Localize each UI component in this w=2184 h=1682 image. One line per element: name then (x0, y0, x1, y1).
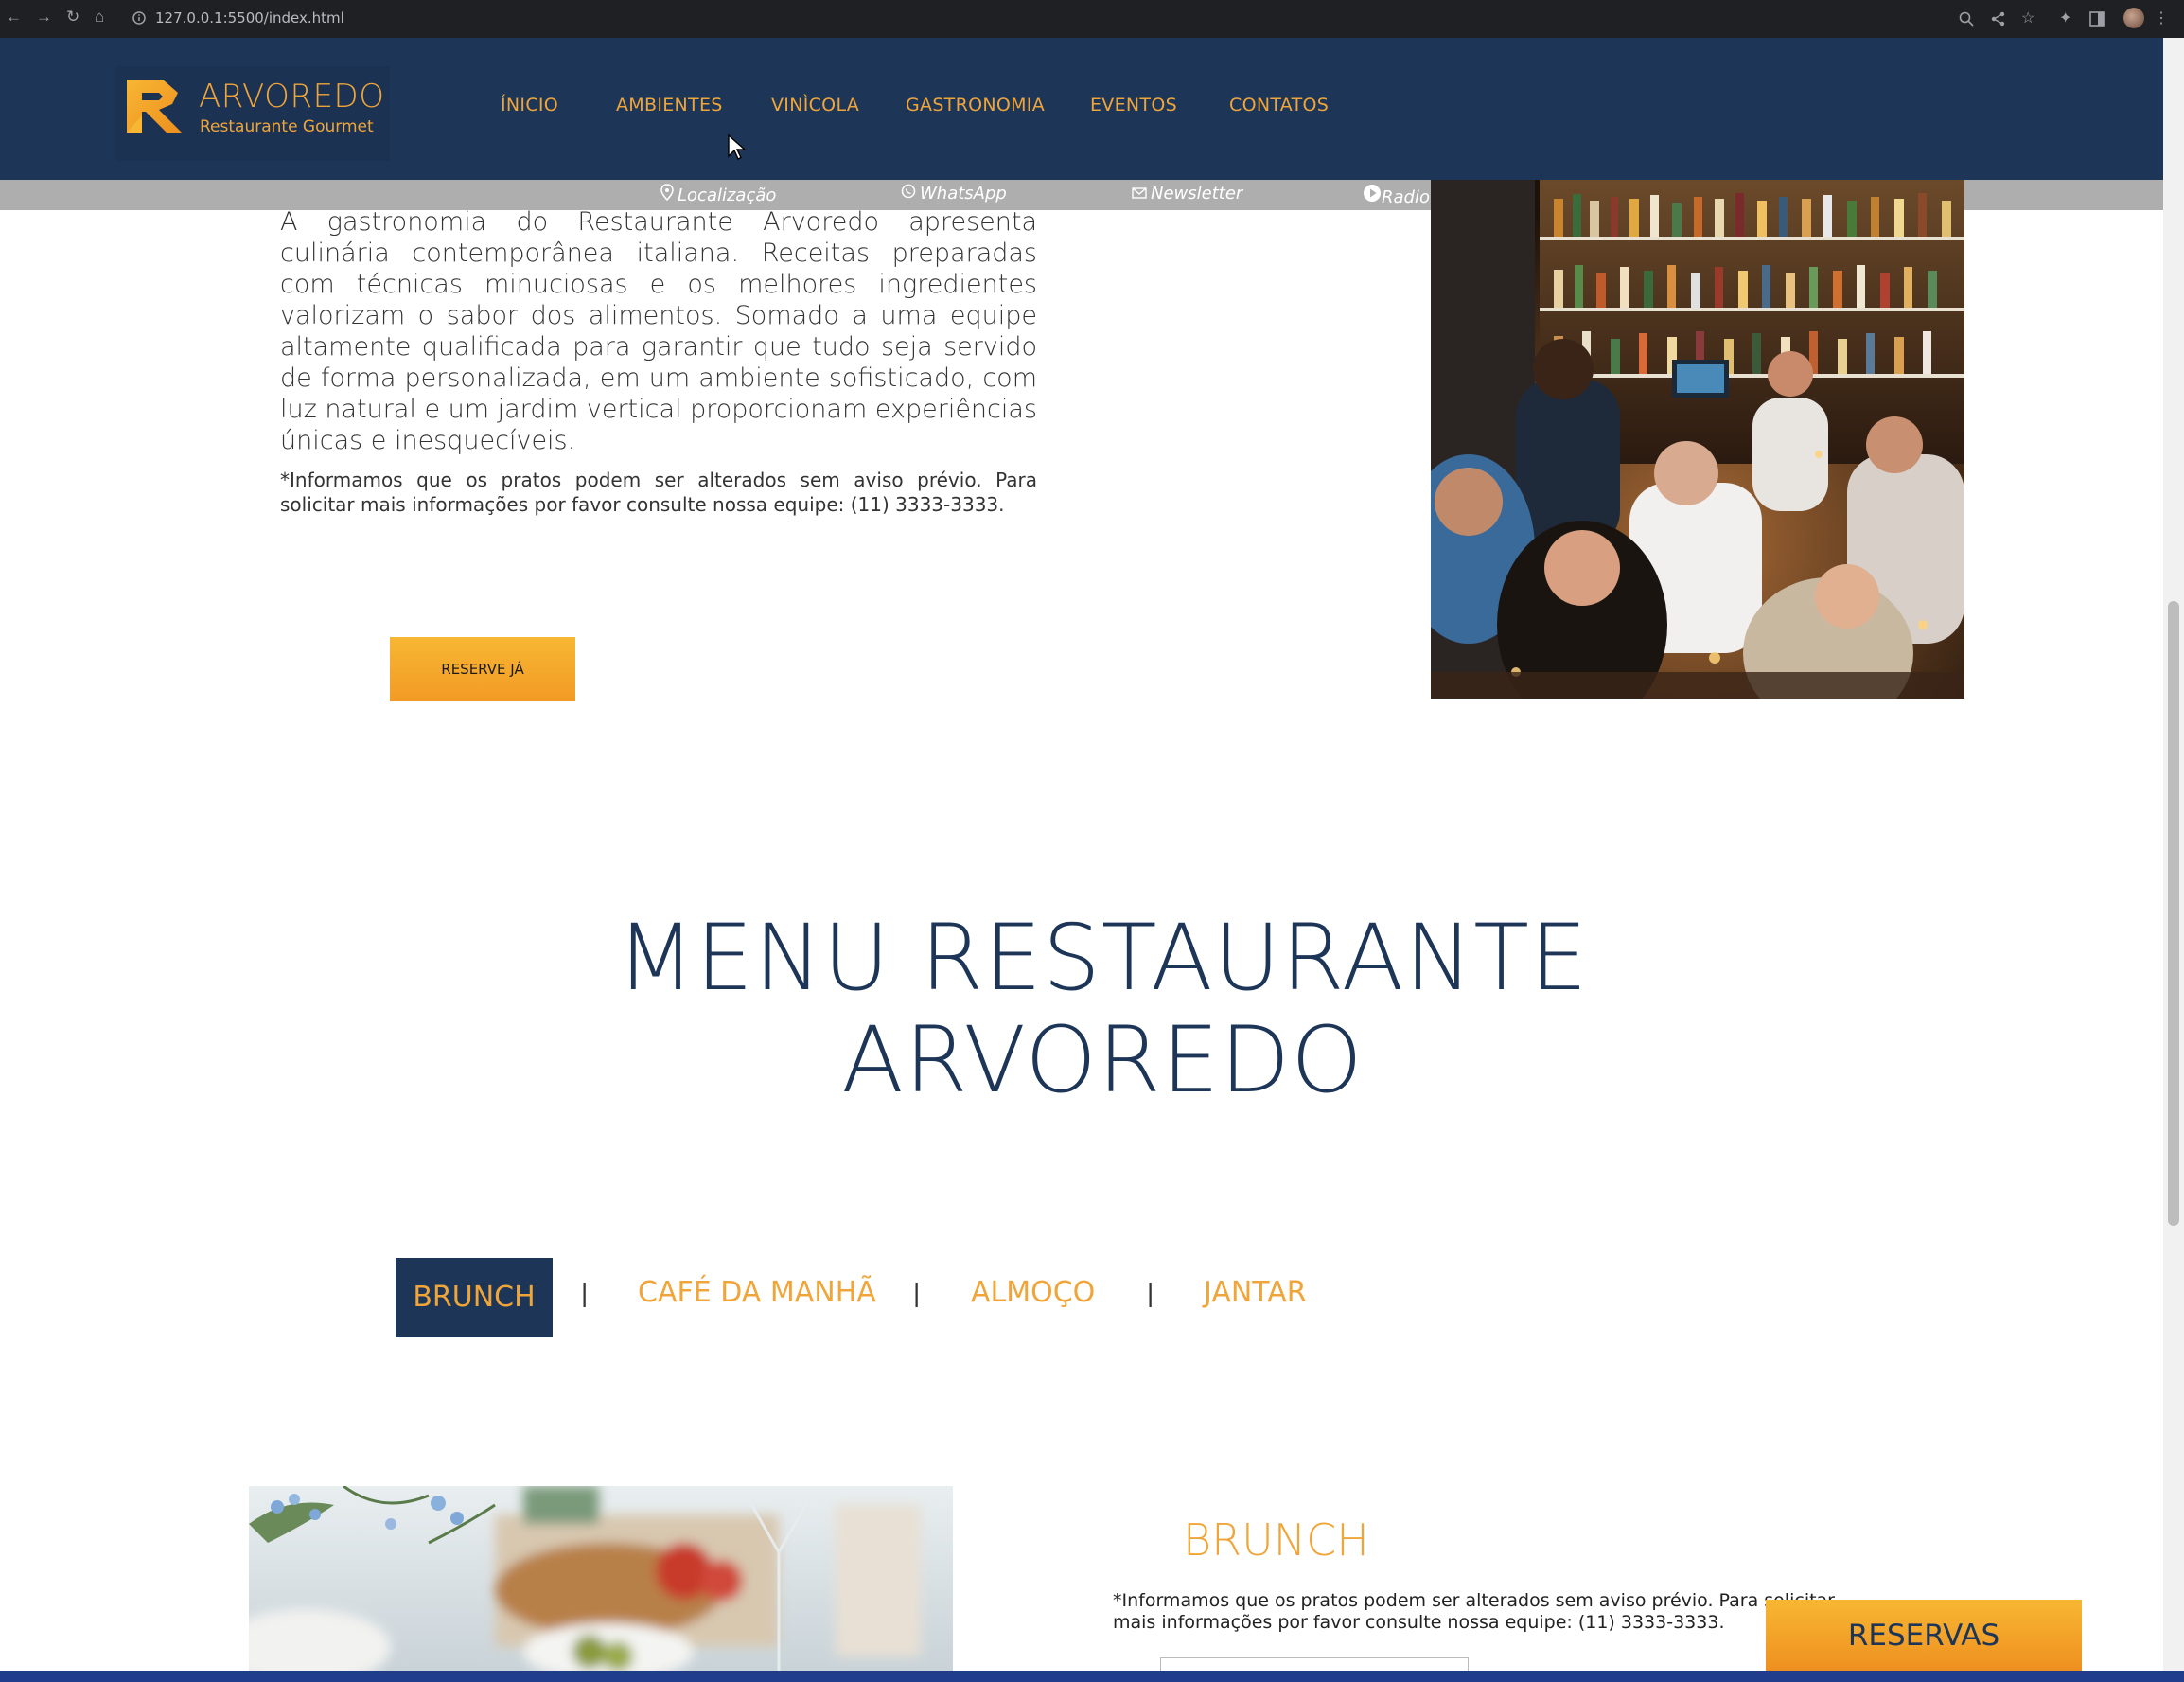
share-icon[interactable] (1991, 11, 2006, 27)
whatsapp-link[interactable]: WhatsApp (901, 184, 1007, 204)
localizacao-link[interactable]: Localização (660, 184, 776, 205)
nav-contatos[interactable]: CONTATOS (1229, 95, 1329, 115)
tab-separator: | (913, 1278, 921, 1307)
info-icon[interactable] (132, 11, 146, 25)
reload-icon[interactable]: ↻ (66, 8, 79, 27)
menu-icon[interactable]: ⋮ (2154, 9, 2169, 27)
whatsapp-icon (901, 184, 916, 199)
bar-photo-image (1431, 180, 1964, 699)
address-bar[interactable]: 127.0.0.1:5500/index.html (155, 9, 344, 27)
whatsapp-label: WhatsApp (920, 184, 1007, 204)
tab-separator: | (581, 1278, 589, 1307)
logo[interactable]: ARVOREDO Restaurante Gourmet (115, 66, 390, 161)
home-icon[interactable]: ⌂ (95, 8, 104, 27)
scrollbar[interactable] (2163, 38, 2184, 1671)
tab-brunch[interactable]: BRUNCH (396, 1258, 553, 1337)
logo-title: ARVOREDO (199, 78, 385, 115)
page-bottom-strip (0, 1671, 2184, 1682)
back-icon[interactable]: ← (6, 8, 22, 27)
logo-r-icon (127, 80, 182, 133)
menu-title-line2: ARVOREDO (841, 1007, 1364, 1113)
profile-avatar[interactable] (2123, 8, 2144, 28)
nav-eventos[interactable]: EVENTOS (1090, 95, 1177, 115)
mouse-cursor-icon (728, 133, 747, 160)
menu-title-line1: MENU RESTAURANTE (616, 905, 1589, 1011)
browser-toolbar: ← → ↻ ⌂ 127.0.0.1:5500/index.html ☆ ✦ ⋮ (0, 0, 2184, 38)
nav-inicio[interactable]: ÍNICIO (501, 95, 558, 115)
map-pin-icon (660, 184, 674, 202)
nav-gastronomia[interactable]: GASTRONOMIA (906, 95, 1045, 115)
bar-photo (1431, 180, 1964, 699)
intro-note: *Informamos que os pratos podem ser alte… (280, 469, 1037, 516)
reserve-button[interactable]: RESERVE JÁ (390, 637, 575, 701)
tab-separator: | (1147, 1278, 1154, 1307)
food-photo (249, 1486, 953, 1671)
forward-icon[interactable]: → (36, 8, 52, 27)
logo-subtitle: Restaurante Gourmet (200, 117, 374, 136)
mail-icon (1132, 187, 1147, 199)
newsletter-link[interactable]: Newsletter (1132, 184, 1242, 204)
brunch-heading: BRUNCH (1183, 1514, 1369, 1566)
localizacao-label: Localização (678, 186, 777, 205)
tab-jantar[interactable]: JANTAR (1204, 1276, 1307, 1309)
scrollbar-thumb[interactable] (2168, 601, 2179, 1226)
extensions-icon[interactable]: ✦ (2059, 9, 2071, 27)
sidepanel-icon[interactable] (2089, 11, 2105, 27)
zoom-icon[interactable] (1959, 11, 1974, 27)
tab-cafe-da-manha[interactable]: CAFÉ DA MANHÃ (638, 1276, 876, 1309)
star-icon[interactable]: ☆ (2021, 9, 2034, 27)
menu-title: MENU RESTAURANTE ARVOREDO (379, 907, 1826, 1111)
nav-vinicola[interactable]: VINÌCOLA (771, 95, 859, 115)
intro-text: A gastronomia do Restaurante Arvoredo ap… (280, 207, 1037, 455)
tab-almoco[interactable]: ALMOÇO (971, 1276, 1095, 1309)
play-circle-icon (1364, 185, 1381, 202)
newsletter-label: Newsletter (1151, 184, 1243, 204)
site-header: ARVOREDO Restaurante Gourmet ÍNICIO AMBI… (0, 38, 2163, 180)
reservas-button[interactable]: RESERVAS (1766, 1600, 2082, 1672)
brunch-note: *Informamos que os pratos podem ser alte… (1113, 1590, 1835, 1633)
food-photo-image (249, 1486, 953, 1671)
nav-ambientes[interactable]: AMBIENTES (616, 95, 723, 115)
